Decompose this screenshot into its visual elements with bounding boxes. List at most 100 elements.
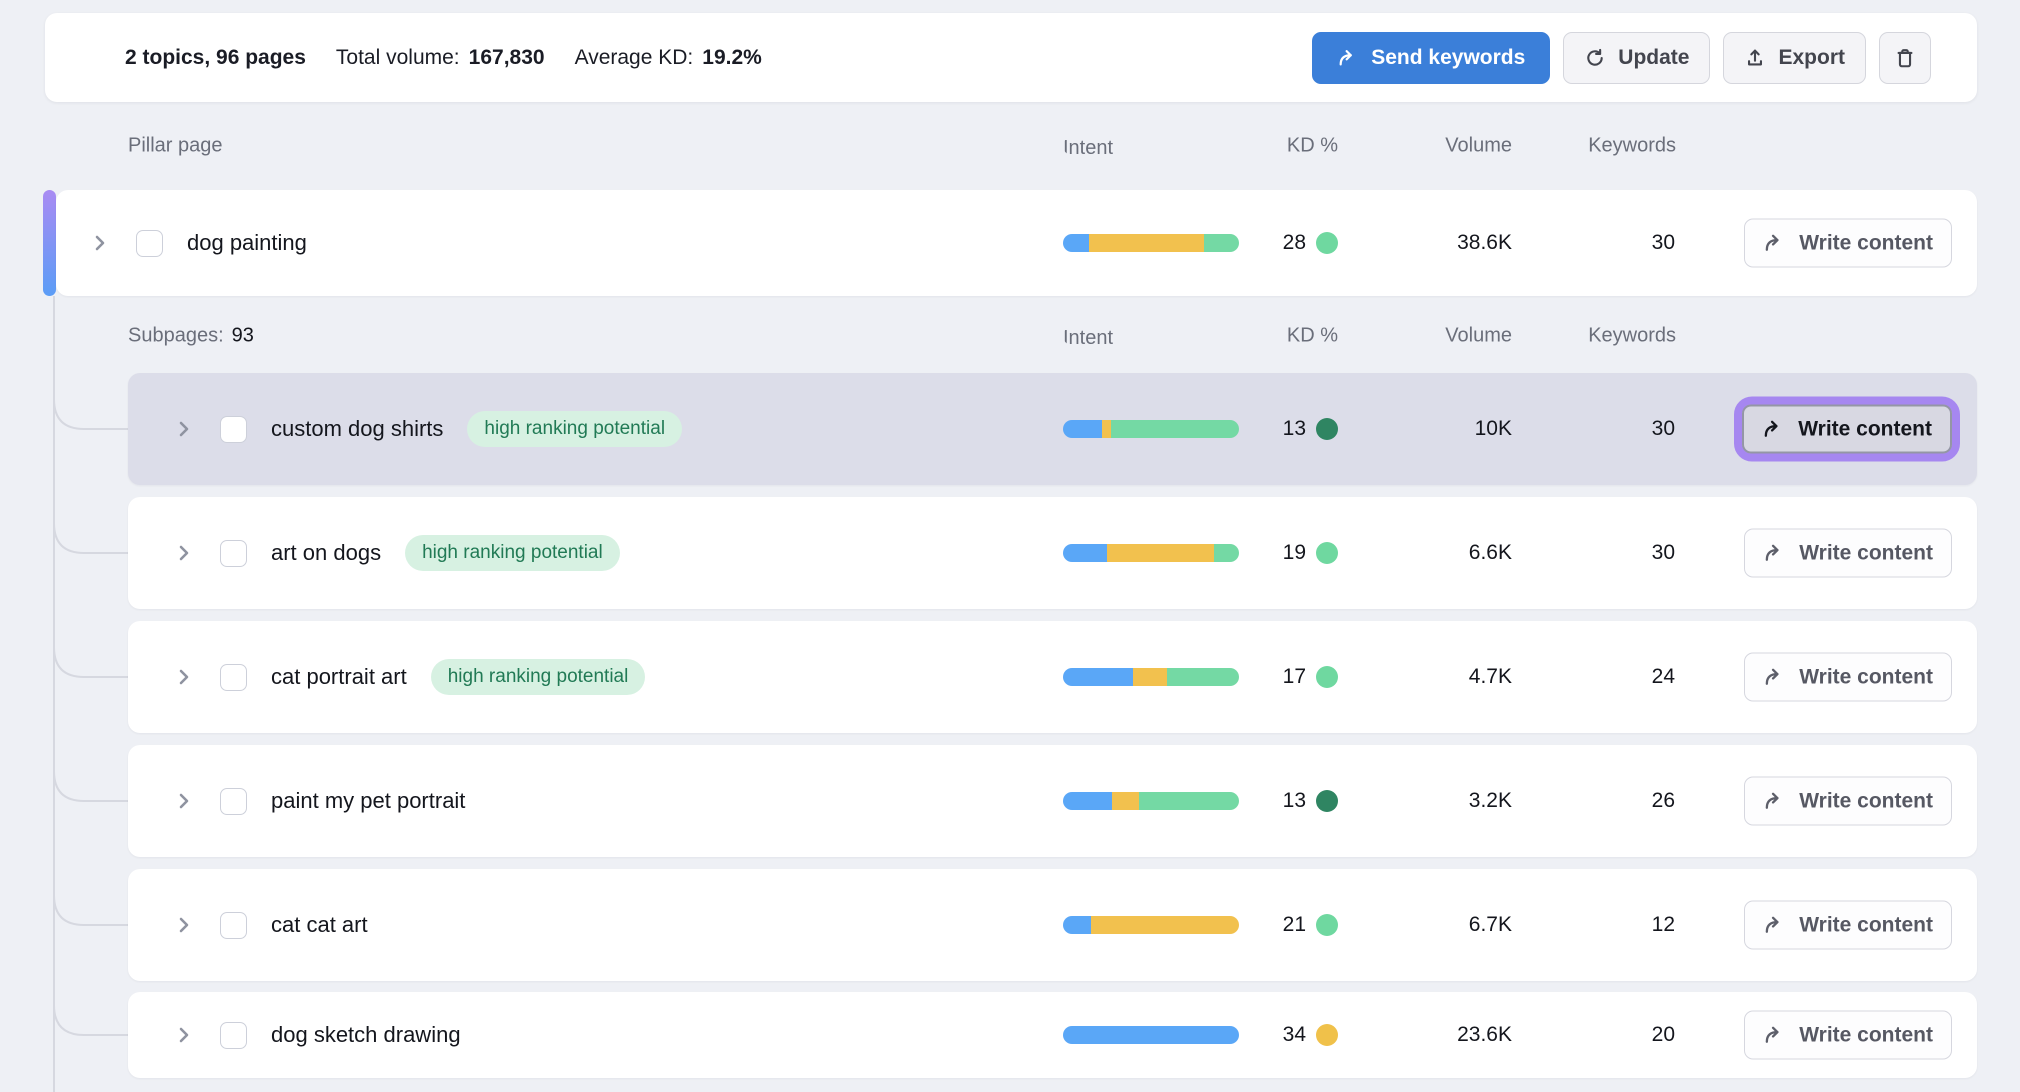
write-content-highlight-ring: Write content bbox=[1734, 397, 1960, 462]
update-button[interactable]: Update bbox=[1563, 32, 1710, 84]
total-volume-value: 167,830 bbox=[469, 46, 545, 70]
export-button[interactable]: Export bbox=[1723, 32, 1866, 84]
column-kd: KD % bbox=[1287, 135, 1338, 158]
intent-segment-green bbox=[1214, 544, 1239, 562]
write-content-button[interactable]: Write content bbox=[1744, 653, 1952, 702]
write-content-button[interactable]: Write content bbox=[1744, 901, 1952, 950]
row-checkbox[interactable] bbox=[136, 230, 163, 257]
intent-bar bbox=[1063, 916, 1239, 934]
subpage-row[interactable]: cat cat art216.7K12Write content bbox=[128, 869, 1977, 981]
subpage-row[interactable]: art on dogshigh ranking potential196.6K3… bbox=[128, 497, 1977, 609]
keywords-value: 30 bbox=[1652, 231, 1675, 255]
subpage-row[interactable]: paint my pet portrait133.2K26Write conte… bbox=[128, 745, 1977, 857]
write-content-wrap: Write content bbox=[1744, 219, 1952, 268]
table-header: Pillar page Intent KD % Volume Keywords bbox=[0, 122, 2020, 170]
row-left-group: dog painting bbox=[88, 190, 307, 296]
subpage-row[interactable]: custom dog shirtshigh ranking potential1… bbox=[128, 373, 1977, 485]
intent-bar bbox=[1063, 792, 1239, 810]
intent-segment-blue bbox=[1063, 792, 1112, 810]
row-checkbox[interactable] bbox=[220, 664, 247, 691]
column-intent: Intent bbox=[1063, 137, 1239, 155]
intent-segment-yellow bbox=[1133, 668, 1166, 686]
high-ranking-potential-badge: high ranking potential bbox=[431, 659, 646, 695]
intent-bar bbox=[1063, 234, 1239, 252]
intent-segment-yellow bbox=[1107, 544, 1214, 562]
column-keywords: Keywords bbox=[1588, 325, 1676, 348]
intent-segment-green bbox=[1204, 234, 1239, 252]
column-volume: Volume bbox=[1445, 135, 1512, 158]
trash-icon bbox=[1894, 47, 1916, 69]
keywords-value: 30 bbox=[1652, 417, 1675, 441]
kd-value: 28 bbox=[1283, 231, 1306, 255]
delete-button[interactable] bbox=[1879, 32, 1931, 84]
row-left-group: dog sketch drawing bbox=[172, 992, 461, 1078]
update-label: Update bbox=[1618, 46, 1689, 70]
topics-pages-summary: 2 topics, 96 pages bbox=[125, 46, 306, 70]
row-left-group: art on dogshigh ranking potential bbox=[172, 497, 620, 609]
intent-segment-yellow bbox=[1089, 234, 1203, 252]
expand-chevron-icon[interactable] bbox=[88, 231, 112, 255]
export-label: Export bbox=[1778, 46, 1845, 70]
keywords-value: 24 bbox=[1652, 665, 1675, 689]
pillar-page-row[interactable]: dog painting 28 38.6K 30 Write content bbox=[56, 190, 1977, 296]
kd-cell: 21 bbox=[1283, 913, 1338, 937]
volume-value: 10K bbox=[1475, 417, 1512, 441]
page-title: cat portrait art bbox=[271, 664, 407, 690]
subpages-count: Subpages: 93 bbox=[128, 325, 254, 348]
write-content-button[interactable]: Write content bbox=[1742, 405, 1952, 454]
high-ranking-potential-badge: high ranking potential bbox=[467, 411, 682, 447]
keyword-strategy-builder-page: 2 topics, 96 pages Total volume: 167,830… bbox=[0, 0, 2020, 1092]
expand-chevron-icon[interactable] bbox=[172, 913, 196, 937]
intent-segment-green bbox=[1139, 792, 1239, 810]
row-checkbox[interactable] bbox=[220, 912, 247, 939]
column-keywords: Keywords bbox=[1588, 135, 1676, 158]
toolbar-actions: Send keywords Update Export bbox=[1312, 32, 1931, 84]
kd-difficulty-dot bbox=[1316, 418, 1338, 440]
write-content-wrap: Write content bbox=[1744, 777, 1952, 826]
page-title: paint my pet portrait bbox=[271, 788, 465, 814]
column-pillar-page: Pillar page bbox=[128, 135, 223, 158]
intent-segment-blue bbox=[1063, 668, 1133, 686]
redo-arrow-icon bbox=[1763, 1024, 1786, 1047]
pillar-accent-bar bbox=[43, 190, 56, 296]
subpage-row[interactable]: cat portrait art high ranking potential 17… bbox=[128, 621, 1977, 733]
kd-cell: 17 bbox=[1283, 665, 1338, 689]
write-content-button[interactable]: Write content bbox=[1744, 1011, 1952, 1060]
kd-value: 21 bbox=[1283, 913, 1306, 937]
expand-chevron-icon[interactable] bbox=[172, 665, 196, 689]
volume-value: 3.2K bbox=[1469, 789, 1512, 813]
write-content-button[interactable]: Write content bbox=[1744, 777, 1952, 826]
average-kd-label: Average KD: bbox=[575, 46, 694, 70]
write-content-button[interactable]: Write content bbox=[1744, 219, 1952, 268]
column-intent: Intent bbox=[1063, 327, 1239, 345]
intent-bar bbox=[1063, 668, 1239, 686]
row-checkbox[interactable] bbox=[220, 788, 247, 815]
expand-chevron-icon[interactable] bbox=[172, 417, 196, 441]
redo-arrow-icon bbox=[1337, 47, 1359, 69]
kd-cell: 28 bbox=[1283, 231, 1338, 255]
kd-value: 13 bbox=[1283, 789, 1306, 813]
row-checkbox[interactable] bbox=[220, 416, 247, 443]
write-content-label: Write content bbox=[1799, 1023, 1933, 1047]
volume-value: 4.7K bbox=[1469, 665, 1512, 689]
row-checkbox[interactable] bbox=[220, 540, 247, 567]
volume-value: 6.6K bbox=[1469, 541, 1512, 565]
row-checkbox[interactable] bbox=[220, 1022, 247, 1049]
redo-arrow-icon bbox=[1763, 790, 1786, 813]
subpage-row[interactable]: dog sketch drawing3423.6K20Write content bbox=[128, 992, 1977, 1078]
write-content-wrap: Write content bbox=[1744, 529, 1952, 578]
volume-value: 38.6K bbox=[1457, 231, 1512, 255]
high-ranking-potential-badge: high ranking potential bbox=[405, 535, 620, 571]
intent-bar bbox=[1063, 420, 1239, 438]
write-content-button[interactable]: Write content bbox=[1744, 529, 1952, 578]
subpages-count-value: 93 bbox=[232, 325, 254, 348]
total-volume-label: Total volume: bbox=[336, 46, 460, 70]
kd-value: 19 bbox=[1283, 541, 1306, 565]
kd-cell: 19 bbox=[1283, 541, 1338, 565]
send-keywords-button[interactable]: Send keywords bbox=[1312, 32, 1550, 84]
expand-chevron-icon[interactable] bbox=[172, 789, 196, 813]
expand-chevron-icon[interactable] bbox=[172, 1023, 196, 1047]
expand-chevron-icon[interactable] bbox=[172, 541, 196, 565]
intent-bar bbox=[1063, 544, 1239, 562]
page-title: dog sketch drawing bbox=[271, 1022, 461, 1048]
